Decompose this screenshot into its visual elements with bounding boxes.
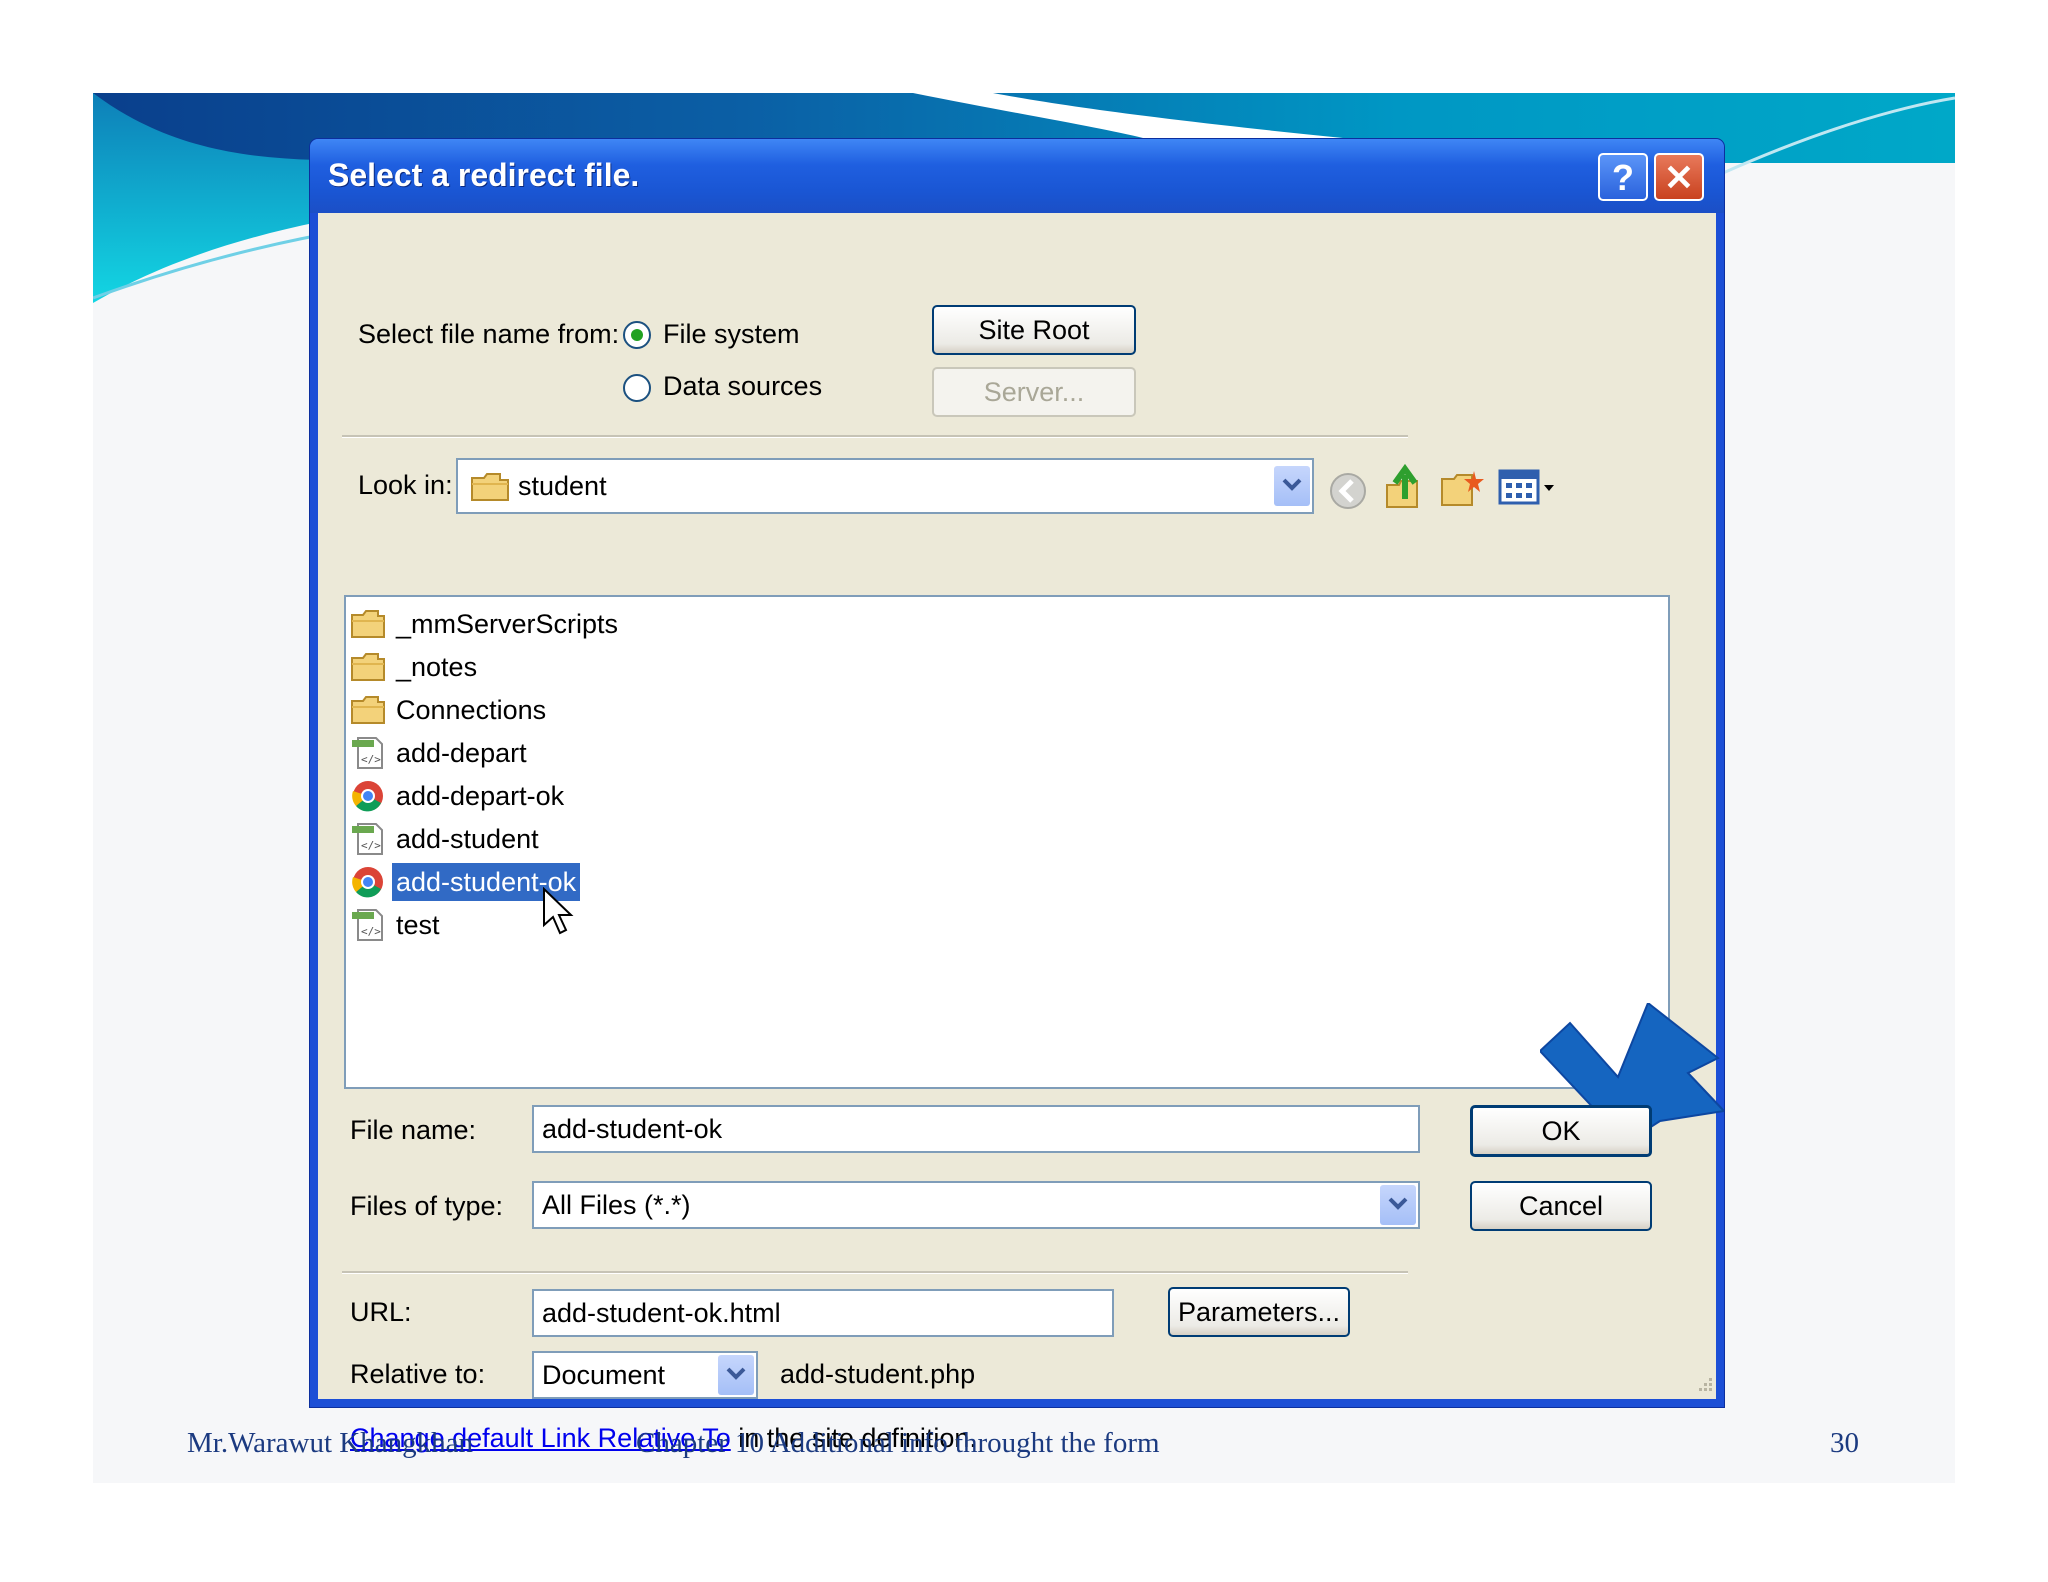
- file-name-label: File name:: [350, 1115, 477, 1145]
- look-in-label: Look in:: [358, 470, 453, 500]
- file-list[interactable]: _mmServerScripts _notes Connections </> add-…: [344, 595, 1670, 1089]
- radio-data-sources[interactable]: [623, 374, 651, 402]
- folder-icon: [350, 650, 386, 684]
- file-name-text: _notes: [396, 652, 478, 682]
- footer-chapter: Chapter 10 Additional info throught the …: [636, 1427, 1160, 1459]
- folder-icon: [350, 607, 386, 641]
- dialog-titlebar[interactable]: Select a redirect file. ? ✕: [310, 139, 1724, 213]
- relative-to-dropdown[interactable]: Document: [532, 1351, 758, 1399]
- svg-text:</>: </>: [361, 839, 381, 852]
- look-in-dropdown[interactable]: student: [456, 458, 1314, 514]
- select-redirect-file-dialog: Select a redirect file. ? ✕ Select file …: [310, 139, 1724, 1453]
- chevron-down-icon[interactable]: [718, 1355, 754, 1395]
- svg-text:</>: </>: [361, 925, 381, 938]
- file-name-text: add-depart: [396, 738, 527, 768]
- server-button[interactable]: Server...: [932, 367, 1136, 417]
- chevron-down-icon[interactable]: [1380, 1185, 1416, 1225]
- file-name-text: Connections: [396, 695, 547, 725]
- chevron-down-icon[interactable]: [1274, 466, 1310, 506]
- close-button[interactable]: ✕: [1654, 153, 1704, 201]
- separator: [342, 435, 1408, 438]
- file-name-input[interactable]: add-student-ok: [532, 1105, 1420, 1153]
- view-menu-icon[interactable]: [1498, 469, 1558, 507]
- files-of-type-value: All Files (*.*): [542, 1190, 691, 1220]
- php-file-icon: </>: [350, 908, 386, 942]
- ok-button[interactable]: OK: [1470, 1105, 1652, 1157]
- files-of-type-dropdown[interactable]: All Files (*.*): [532, 1181, 1420, 1229]
- php-file-icon: </>: [350, 822, 386, 856]
- radio-file-system[interactable]: [623, 321, 651, 349]
- svg-text:</>: </>: [361, 753, 381, 766]
- file-name-text: _mmServerScripts: [396, 609, 619, 639]
- resize-grip-icon[interactable]: [1694, 1375, 1714, 1395]
- footer-author: Mr.Warawut Khangkhan: [187, 1427, 473, 1459]
- file-name-text: add-student: [396, 824, 539, 854]
- mouse-cursor-icon: [543, 887, 574, 935]
- cancel-button[interactable]: Cancel: [1470, 1181, 1652, 1231]
- select-from-label: Select file name from:: [358, 319, 620, 349]
- relative-to-label: Relative to:: [350, 1359, 486, 1389]
- radio-data-sources-label[interactable]: Data sources: [663, 371, 822, 402]
- relative-file-name: add-student.php: [780, 1359, 976, 1389]
- folder-icon: [471, 473, 509, 501]
- relative-to-value: Document: [542, 1360, 666, 1390]
- folder-icon: [350, 693, 386, 727]
- parameters-button[interactable]: Parameters...: [1168, 1287, 1350, 1337]
- php-file-icon: </>: [350, 736, 386, 770]
- site-root-button[interactable]: Site Root: [932, 305, 1136, 355]
- separator: [342, 1271, 1408, 1274]
- chrome-html-file-icon: [350, 779, 386, 813]
- up-one-level-icon[interactable]: [1383, 463, 1427, 511]
- chrome-html-file-icon: [350, 865, 386, 899]
- file-name-text: test: [396, 910, 440, 940]
- radio-selected-dot: [631, 329, 643, 341]
- look-in-value: student: [518, 471, 607, 501]
- back-icon[interactable]: [1328, 471, 1368, 511]
- radio-file-system-label[interactable]: File system: [663, 319, 800, 350]
- dialog-title: Select a redirect file.: [328, 157, 640, 193]
- url-label: URL:: [350, 1297, 412, 1327]
- files-of-type-label: Files of type:: [350, 1191, 504, 1221]
- dialog-body: Select file name from: File system Data …: [318, 213, 1724, 1453]
- footer-page-number: 30: [1830, 1427, 1859, 1459]
- url-input[interactable]: add-student-ok.html: [532, 1289, 1114, 1337]
- help-button[interactable]: ?: [1598, 153, 1648, 201]
- new-folder-icon[interactable]: [1440, 467, 1486, 509]
- file-name-text: add-depart-ok: [396, 781, 565, 811]
